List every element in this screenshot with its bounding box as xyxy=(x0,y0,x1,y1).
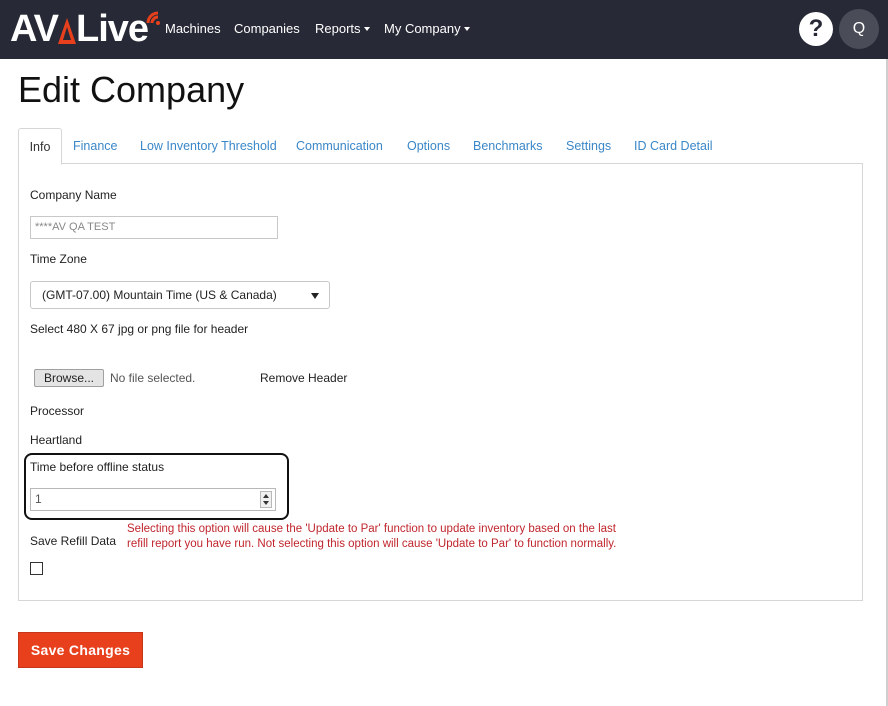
time-zone-label: Time Zone xyxy=(30,252,87,266)
help-icon[interactable]: ? xyxy=(799,12,833,46)
dropdown-arrow-icon xyxy=(311,293,319,299)
offline-status-number-input[interactable]: 1 xyxy=(30,488,276,511)
tab-info[interactable]: Info xyxy=(18,128,62,165)
logo-triangle-icon xyxy=(58,18,76,44)
tab-settings[interactable]: Settings xyxy=(566,128,611,164)
caret-down-icon xyxy=(363,27,370,31)
company-name-input[interactable]: ****AV QA TEST xyxy=(30,216,278,239)
av-live-logo[interactable]: AV Live xyxy=(10,8,160,50)
tab-options[interactable]: Options xyxy=(407,128,450,164)
nav-machines[interactable]: Machines xyxy=(165,0,221,59)
nav-companies-label: Companies xyxy=(234,21,300,36)
tab-finance[interactable]: Finance xyxy=(73,128,117,164)
nav-reports-label: Reports xyxy=(315,21,361,36)
no-file-selected-text: No file selected. xyxy=(110,371,196,385)
offline-status-value: 1 xyxy=(35,492,42,506)
save-refill-warning-text: Selecting this option will cause the 'Up… xyxy=(127,523,617,550)
nav-reports-dropdown[interactable]: Reports xyxy=(315,0,370,59)
caret-down-icon xyxy=(463,27,470,31)
remove-header-link[interactable]: Remove Header xyxy=(260,371,347,385)
offline-status-label: Time before offline status xyxy=(30,460,165,474)
spinner-down-icon[interactable] xyxy=(263,501,269,505)
header-file-label: Select 480 X 67 jpg or png file for head… xyxy=(30,322,249,336)
spinner-up-icon[interactable] xyxy=(263,494,269,498)
save-refill-data-label: Save Refill Data xyxy=(30,534,117,548)
nav-my-company-dropdown[interactable]: My Company xyxy=(384,0,470,59)
logo-text-live: Live xyxy=(76,8,149,50)
save-refill-data-checkbox[interactable] xyxy=(30,562,43,575)
browse-button[interactable]: Browse... xyxy=(34,369,104,387)
logo-text-av: AV xyxy=(10,8,59,50)
processor-label: Processor xyxy=(30,404,85,418)
nav-companies[interactable]: Companies xyxy=(234,0,300,59)
company-name-label: Company Name xyxy=(30,188,117,202)
tab-id-card-detail[interactable]: ID Card Detail xyxy=(634,128,713,164)
time-zone-value: (GMT-07.00) Mountain Time (US & Canada) xyxy=(42,288,277,302)
user-avatar[interactable]: Q xyxy=(839,9,879,49)
nav-my-company-label: My Company xyxy=(384,21,461,36)
tab-benchmarks[interactable]: Benchmarks xyxy=(473,128,542,164)
tab-bar: Info Finance Low Inventory Threshold Com… xyxy=(18,128,863,165)
time-zone-select[interactable]: (GMT-07.00) Mountain Time (US & Canada) xyxy=(30,281,330,309)
nav-machines-label: Machines xyxy=(165,21,221,36)
top-navbar: AV Live Machines Companies Reports My Co… xyxy=(0,0,888,59)
page-title: Edit Company xyxy=(18,69,245,110)
processor-value: Heartland xyxy=(30,433,83,447)
save-changes-button[interactable]: Save Changes xyxy=(18,632,143,668)
tab-communication[interactable]: Communication xyxy=(296,128,383,164)
tab-low-inventory-threshold[interactable]: Low Inventory Threshold xyxy=(140,128,277,164)
number-spinner[interactable] xyxy=(260,491,272,508)
